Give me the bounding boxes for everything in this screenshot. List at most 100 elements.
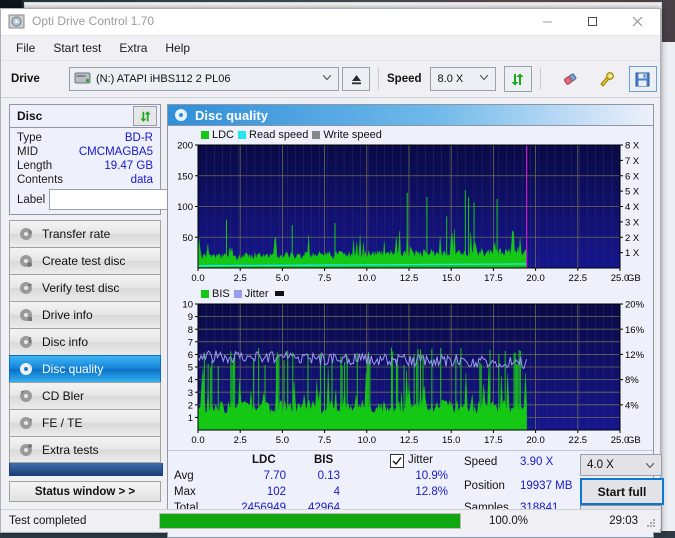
stats-bis-avg: 0.13 — [317, 470, 340, 482]
svg-text:50: 50 — [182, 233, 193, 244]
menu-item-extra[interactable]: Extra — [110, 38, 156, 58]
disc-row-length: Length 19.47 GB — [10, 159, 160, 173]
stats-jitter-avg: 10.9% — [415, 470, 448, 482]
svg-text:100: 100 — [177, 202, 193, 213]
chevron-down-icon — [323, 75, 331, 80]
disc-label-key: Label — [17, 193, 46, 206]
disc-info-icon — [20, 336, 32, 348]
svg-text:20.0: 20.0 — [526, 435, 545, 446]
svg-text:7: 7 — [188, 337, 193, 348]
disc-quality-panel: Disc quality LDC Read speed Write speed … — [167, 104, 664, 538]
stats-key-speed: Speed — [464, 456, 498, 468]
jitter-label: Jitter — [408, 454, 433, 466]
disc-info-box: Disc Type BD-R MID CMCMAGBA5 Length 19.4… — [9, 104, 254, 215]
test-speed-select[interactable]: 4.0 X — [580, 454, 662, 476]
disc-quality-icon — [175, 109, 187, 121]
nav-list: Transfer rate Create test disc Verify te… — [9, 220, 161, 463]
disc-box-title: Disc — [17, 109, 43, 123]
close-button[interactable] — [615, 9, 660, 34]
status-window-button[interactable]: Status window > > — [9, 481, 161, 502]
disc-quality-icon — [20, 363, 32, 375]
sidebar-item-verify-test-disc[interactable]: Verify test disc — [9, 274, 161, 301]
sidebar-item-disc-info[interactable]: Disc info — [9, 328, 161, 355]
speed-select[interactable]: 8.0 X — [429, 67, 496, 91]
stats-ldc-max: 102 — [266, 486, 286, 498]
menu-bar: File Start test Extra Help — [1, 36, 660, 61]
sidebar-item-extra-tests[interactable]: Extra tests — [9, 436, 161, 463]
sidebar-item-drive-info[interactable]: Drive info — [9, 301, 161, 328]
svg-text:22.5: 22.5 — [569, 435, 588, 446]
refresh-button[interactable] — [503, 66, 532, 92]
disc-write-icon — [20, 255, 32, 267]
progress-bar-fill — [160, 514, 460, 528]
sidebar-item-fe-te[interactable]: FE / TE — [9, 409, 161, 436]
minimize-button[interactable] — [525, 9, 570, 34]
app-disc-icon — [8, 14, 25, 29]
app-window: Opti Drive Control 1.70 File Start test … — [0, 8, 664, 538]
svg-text:7.5: 7.5 — [318, 273, 331, 284]
sidebar-item-create-test-disc[interactable]: Create test disc — [9, 247, 161, 274]
legend-swatch-bis — [201, 289, 209, 298]
maximize-button[interactable] — [570, 9, 615, 34]
tools-button[interactable] — [593, 66, 621, 92]
sidebar-item-cd-bler[interactable]: CD Bler — [9, 382, 161, 409]
save-button[interactable] — [628, 66, 657, 92]
jitter-checkbox[interactable] — [390, 454, 404, 468]
start-full-button[interactable]: Start full — [580, 478, 664, 505]
stats-row-label-max: Max — [174, 486, 196, 498]
disc-refresh-button[interactable] — [133, 106, 157, 126]
sidebar-item-transfer-rate[interactable]: Transfer rate — [9, 220, 161, 247]
disc-key: Type — [17, 132, 42, 144]
drive-value: (N:) ATAPI iHBS112 2 PL06 — [96, 73, 231, 85]
eject-button[interactable] — [342, 67, 370, 91]
disc-check-icon — [20, 282, 32, 294]
legend-swatch-write-speed — [312, 130, 321, 139]
menu-item-file[interactable]: File — [7, 38, 44, 58]
sidebar-item-label: FE / TE — [42, 416, 83, 430]
chevron-down-icon — [646, 463, 654, 468]
svg-text:3: 3 — [188, 388, 193, 399]
stats-row-label-avg: Avg — [174, 470, 194, 482]
drive-select[interactable]: (N:) ATAPI iHBS112 2 PL06 — [69, 67, 339, 91]
svg-text:20.0: 20.0 — [526, 273, 545, 284]
sidebar-item-label: Drive info — [42, 308, 93, 322]
svg-text:15.0: 15.0 — [442, 435, 461, 446]
stats-col-header-ldc: LDC — [252, 454, 276, 466]
svg-text:GB: GB — [627, 273, 641, 284]
svg-text:2.5: 2.5 — [234, 273, 247, 284]
sidebar-item-disc-quality[interactable]: Disc quality — [9, 355, 161, 382]
disc-bler-icon — [20, 390, 32, 402]
eraser-button[interactable] — [557, 66, 585, 92]
svg-text:0.0: 0.0 — [191, 435, 204, 446]
stats-ldc-avg: 7.70 — [263, 470, 286, 482]
legend-label-jitter: Jitter — [244, 287, 269, 300]
svg-text:17.5: 17.5 — [484, 435, 503, 446]
disc-row-contents: Contents data — [10, 173, 160, 187]
check-icon — [392, 457, 402, 466]
resize-grip[interactable] — [645, 517, 657, 529]
svg-text:6 X: 6 X — [625, 171, 640, 182]
svg-text:5.0: 5.0 — [276, 435, 289, 446]
right-panel: Disc quality LDC Read speed Write speed … — [167, 98, 664, 538]
svg-text:7.5: 7.5 — [318, 435, 331, 446]
legend-label-read-speed: Read speed — [249, 128, 309, 141]
disc-key: MID — [17, 146, 39, 158]
svg-text:8 X: 8 X — [625, 141, 640, 152]
chevron-down-icon — [479, 75, 488, 80]
svg-text:8: 8 — [188, 325, 193, 336]
ldc-chart[interactable]: 50 100 150 200 1 X 2 X 3 X 4 X 5 X 6 X 7 X 8 X 0.0 2.… — [168, 141, 653, 286]
svg-text:3 X: 3 X — [625, 217, 640, 228]
svg-text:9: 9 — [188, 312, 193, 323]
speed-label: Speed — [387, 73, 422, 85]
legend-label-bis: BIS — [212, 287, 230, 300]
svg-text:10: 10 — [182, 300, 193, 311]
speed-value: 8.0 X — [437, 73, 464, 85]
tools-icon — [600, 71, 614, 87]
disc-speed-icon — [20, 228, 32, 240]
toolbar: Drive (N:) ATAPI iHBS112 2 PL06 Speed 8.… — [1, 61, 660, 98]
bis-chart[interactable]: 1 23 45 6 78 910 4% 8% 12% 16% 20% 0.0 2.5 5.0 7.5 10.0… — [168, 300, 653, 448]
refresh-icon — [139, 110, 151, 122]
menu-item-start-test[interactable]: Start test — [44, 38, 110, 58]
menu-item-help[interactable]: Help — [156, 38, 199, 58]
save-icon — [635, 72, 650, 86]
